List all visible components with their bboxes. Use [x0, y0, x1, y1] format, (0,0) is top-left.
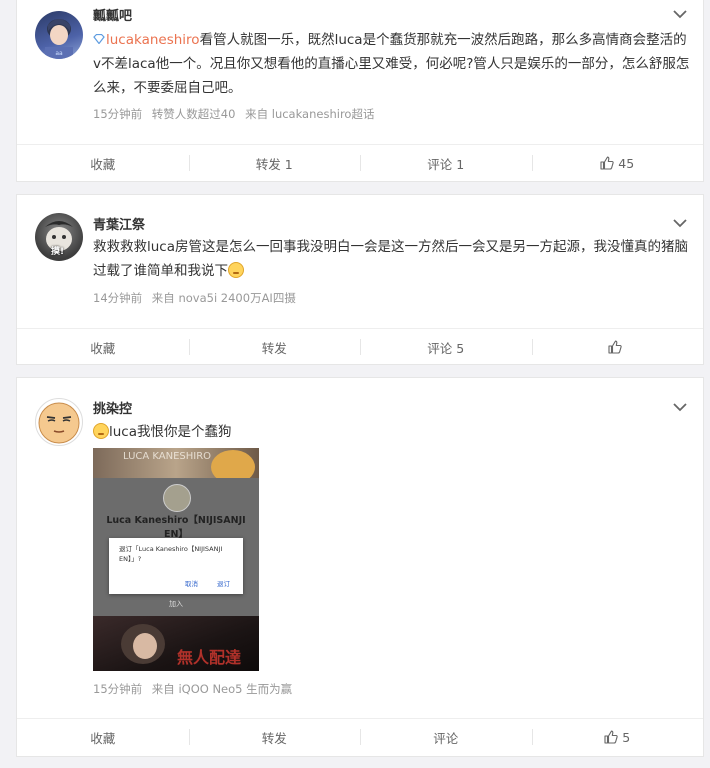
svg-text:aa: aa — [55, 50, 63, 57]
post-username[interactable]: 挑染控 — [93, 398, 132, 417]
dialog-confirm: 退订 — [217, 580, 230, 588]
post-username[interactable]: 青葉江祭 — [93, 214, 145, 233]
emoji-icon — [93, 423, 109, 439]
post-text: luca我恨你是个蠢狗 — [93, 420, 693, 444]
post-meta: 15分钟前 转赞人数超过40 来自 lucakaneshiro超话 — [93, 106, 380, 122]
post-source[interactable]: 来自 nova5i 2400万AI四摄 — [152, 291, 296, 305]
unsubscribe-dialog: 退订「Luca Kaneshiro【NIJISANJI EN】」? 取消 退订 — [109, 538, 243, 594]
comment-button[interactable]: 评论 1 — [360, 145, 532, 181]
chevron-down-icon[interactable] — [673, 402, 687, 412]
post-image[interactable]: LUCA KANESHIRO Luca Kaneshiro【NIJISANJI … — [93, 448, 259, 671]
dialog-cancel: 取消 — [185, 580, 198, 588]
post-card: aa 瓤瓤吧 lucakaneshiro看管人就图一乐，既然luca是个蠢货那就… — [16, 0, 704, 182]
post-time[interactable]: 14分钟前 — [93, 291, 142, 305]
avatar-caption: 摸! — [51, 247, 65, 257]
comment-button[interactable]: 评论 — [360, 719, 532, 755]
like-button[interactable] — [531, 329, 704, 365]
repost-button[interactable]: 转发 — [188, 719, 361, 755]
avatar[interactable]: aa — [35, 11, 83, 59]
post-actions: 收藏 转发 评论 5 — [17, 328, 703, 365]
post-time[interactable]: 15分钟前 — [93, 682, 142, 696]
repost-button[interactable]: 转发 1 — [188, 145, 361, 181]
repost-button[interactable]: 转发 — [188, 329, 361, 365]
mention-link[interactable]: lucakaneshiro — [106, 32, 200, 48]
thumbs-up-icon — [600, 156, 614, 170]
post-meta: 14分钟前 来自 nova5i 2400万AI四摄 — [93, 290, 302, 306]
like-button[interactable]: 45 — [531, 145, 704, 181]
chevron-down-icon[interactable] — [673, 9, 687, 19]
avatar[interactable]: 摸! — [35, 213, 83, 261]
post-actions: 收藏 转发 评论 5 — [17, 718, 703, 755]
avatar[interactable] — [35, 398, 83, 446]
post-extra: 转赞人数超过40 — [151, 107, 236, 121]
chevron-down-icon[interactable] — [673, 218, 687, 228]
join-label: 加入 — [169, 600, 183, 608]
thumbs-up-icon — [604, 730, 618, 744]
collect-button[interactable]: 收藏 — [17, 145, 189, 181]
collect-button[interactable]: 收藏 — [17, 329, 189, 365]
post-meta: 15分钟前 来自 iQOO Neo5 生而为赢 — [93, 681, 298, 697]
post-text: lucakaneshiro看管人就图一乐，既然luca是个蠢货那就充一波然后跑路… — [93, 32, 690, 96]
like-button[interactable]: 5 — [531, 719, 704, 755]
thumbs-up-icon — [608, 340, 622, 354]
diamond-icon — [93, 34, 105, 44]
post-time[interactable]: 15分钟前 — [93, 107, 142, 121]
channel-avatar — [163, 484, 191, 512]
dialog-text: 退订「Luca Kaneshiro【NIJISANJI EN】」? — [119, 545, 223, 563]
post-card: 摸! 青葉江祭 救救救救luca房管这是怎么一回事我没明白一会是这一方然后一会又… — [16, 194, 704, 365]
image-header-text: LUCA KANESHIRO — [123, 451, 212, 462]
post-text: 救救救救luca房管这是怎么一回事我没明白一会是这一方然后一会又是另一方起源，我… — [93, 239, 689, 279]
post-source[interactable]: 来自 lucakaneshiro超话 — [245, 107, 374, 121]
post-username[interactable]: 瓤瓤吧 — [93, 5, 132, 24]
comment-button[interactable]: 评论 5 — [360, 329, 532, 365]
post-source[interactable]: 来自 iQOO Neo5 生而为赢 — [152, 682, 292, 696]
collect-button[interactable]: 收藏 — [17, 719, 189, 755]
post-actions: 收藏 转发 1 评论 1 45 — [17, 144, 703, 181]
image-overlay-text: 無人配達 — [177, 648, 242, 667]
emoji-icon — [228, 262, 244, 278]
post-card: 挑染控 luca我恨你是个蠢狗 LUCA KANESHIRO Luca Kane… — [16, 377, 704, 757]
